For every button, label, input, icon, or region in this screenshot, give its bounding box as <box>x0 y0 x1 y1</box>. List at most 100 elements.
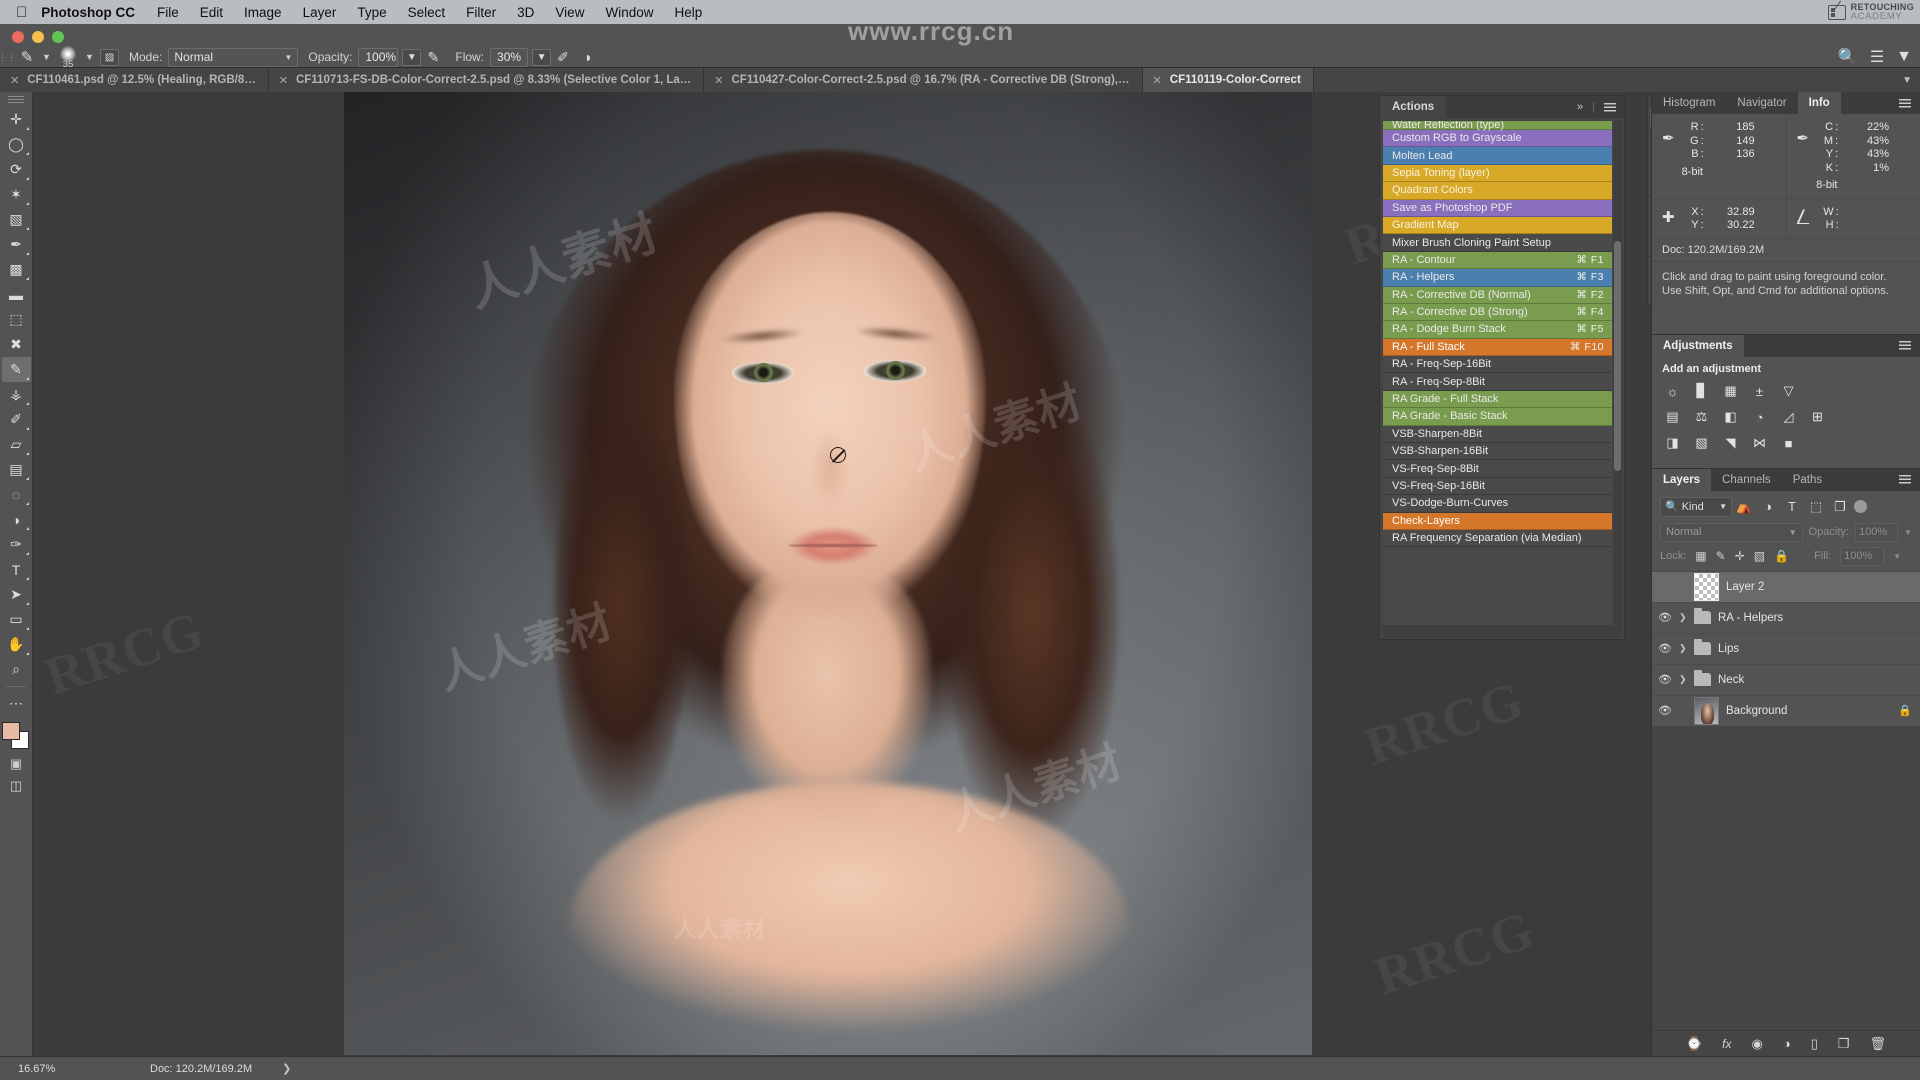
action-item[interactable]: Gradient Map <box>1383 216 1612 235</box>
filter-smart-object-icon[interactable]: ❐ <box>1828 497 1852 517</box>
layer-visibility-icon[interactable]: 👁 <box>1658 642 1672 655</box>
menu-window[interactable]: Window <box>605 5 653 20</box>
action-item[interactable]: Sepia Toning (layer) <box>1383 164 1612 183</box>
layer-filter-kind-select[interactable]: 🔍 Kind ▼ <box>1660 496 1732 517</box>
action-item[interactable]: RA Grade - Full Stack <box>1383 390 1612 409</box>
action-item[interactable]: Custom RGB to Grayscale <box>1383 130 1612 148</box>
actions-scrollbar-thumb[interactable] <box>1614 241 1621 471</box>
photo-filter-icon[interactable]: ◔ <box>1751 409 1768 426</box>
more-tools-icon[interactable]: ⋯ <box>2 691 31 716</box>
blend-mode-select[interactable]: Normal ▼ <box>168 47 299 67</box>
menu-file[interactable]: File <box>157 5 179 20</box>
layer-blend-mode-select[interactable]: Normal ▼ <box>1660 522 1803 542</box>
marquee-tool[interactable]: ◯ <box>2 132 31 157</box>
lock-transparent-pixels-icon[interactable]: ▦ <box>1695 549 1706 563</box>
posterize-icon[interactable]: ▧ <box>1693 435 1710 452</box>
spot-healing-brush-tool[interactable]: ▩ <box>2 257 31 282</box>
panel-menu-icon[interactable] <box>1899 341 1911 350</box>
panel-menu-icon[interactable] <box>1899 475 1911 484</box>
layer-opacity-chevron-icon[interactable]: ▼ <box>1904 528 1912 537</box>
tab-navigator[interactable]: Navigator <box>1726 92 1797 114</box>
flow-chevron-down-icon[interactable]: ▼ <box>532 48 552 66</box>
layer-visibility-icon[interactable]: 👁 <box>1658 704 1672 717</box>
action-item[interactable]: RA - Freq-Sep-8Bit <box>1383 373 1612 391</box>
airbrush-icon[interactable]: ✐ <box>551 49 575 66</box>
layer-row-ra-helpers[interactable]: 👁 ❯ RA - Helpers <box>1652 601 1920 633</box>
layer-row-lips[interactable]: 👁 ❯ Lips <box>1652 632 1920 664</box>
healing-brush-tool[interactable]: ▬ <box>2 282 31 307</box>
apple-icon[interactable]:  <box>16 5 27 20</box>
delete-layer-icon[interactable]: 🗑 <box>1870 1036 1887 1052</box>
layer-expand-icon[interactable]: ❯ <box>1679 612 1687 623</box>
zoom-tool[interactable]: ⌕ <box>2 657 31 682</box>
layer-visibility-icon[interactable]: 👁 <box>1658 611 1672 624</box>
clone-stamp-tool[interactable]: ⚶ <box>2 382 31 407</box>
menu-3d[interactable]: 3D <box>517 5 534 20</box>
close-icon[interactable]: ✕ <box>10 74 19 87</box>
blur-tool[interactable]: ◌ <box>2 482 31 507</box>
panel-menu-icon[interactable] <box>1604 102 1616 112</box>
action-item[interactable]: RA - Corrective DB (Strong) ⌘ F4 <box>1383 303 1612 322</box>
invert-icon[interactable]: ◨ <box>1664 435 1681 452</box>
action-item-selected[interactable]: RA - Helpers ⌘ F3 <box>1383 269 1612 287</box>
menu-select[interactable]: Select <box>408 5 446 20</box>
layer-fill-chevron-icon[interactable]: ▼ <box>1893 552 1901 561</box>
actions-scrollbar[interactable] <box>1613 121 1622 625</box>
link-layers-icon[interactable]: ⌚ <box>1686 1036 1702 1052</box>
workspace-icon[interactable]: ☰ <box>1870 47 1884 67</box>
gradient-map-icon[interactable]: ■ <box>1780 435 1797 452</box>
action-item[interactable]: Mixer Brush Cloning Paint Setup <box>1383 234 1612 252</box>
action-item[interactable]: VS-Freq-Sep-16Bit <box>1383 477 1612 496</box>
brush-preset-chevron-down-icon[interactable]: ▼ <box>83 52 96 62</box>
history-brush-tool[interactable]: ✐ <box>2 407 31 432</box>
levels-icon[interactable]: ▊ <box>1693 383 1710 400</box>
layer-style-icon[interactable]: fx <box>1722 1037 1731 1051</box>
document-tab-0[interactable]: ✕ CF110461.psd @ 12.5% (Healing, RGB/8… <box>0 68 269 92</box>
menu-view[interactable]: View <box>555 5 584 20</box>
opacity-input[interactable]: 100% <box>358 47 399 67</box>
action-item[interactable]: RA Frequency Separation (via Median) <box>1383 529 1612 548</box>
color-balance-icon[interactable]: ⚖ <box>1693 409 1710 426</box>
screen-mode-icon[interactable]: ◫ <box>10 778 22 794</box>
action-item[interactable]: VSB-Sharpen-8Bit <box>1383 425 1612 444</box>
layer-thumbnail[interactable] <box>1694 572 1719 601</box>
rectangle-tool[interactable]: ▭ <box>2 607 31 632</box>
menu-type[interactable]: Type <box>357 5 386 20</box>
brush-panel-icon[interactable]: ▧ <box>100 48 119 66</box>
layer-mask-icon[interactable]: ◉ <box>1752 1036 1763 1052</box>
tab-actions[interactable]: Actions <box>1380 96 1447 118</box>
document-image[interactable]: 人人素材 人人素材 人人素材 人人素材 人人素材 <box>344 92 1312 1055</box>
document-tab-3[interactable]: ✕ CF110119-Color-Correct <box>1142 68 1314 92</box>
type-tool[interactable]: T <box>2 557 31 582</box>
filter-type-icon[interactable]: T <box>1780 497 1804 517</box>
path-selection-tool[interactable]: ➤ <box>2 582 31 607</box>
hand-tool[interactable]: ✋ <box>2 632 31 657</box>
action-item[interactable]: RA - Corrective DB (Normal) ⌘ F2 <box>1383 286 1612 304</box>
exposure-icon[interactable]: ± <box>1751 383 1768 400</box>
menu-image[interactable]: Image <box>244 5 282 20</box>
tab-histogram[interactable]: Histogram <box>1652 92 1726 114</box>
chevron-right-icon[interactable]: ❯ <box>252 1062 291 1075</box>
tab-bar-overflow-chevron-icon[interactable]: ▼ <box>1894 68 1920 92</box>
actions-list[interactable]: Water Reflection (type) Custom RGB to Gr… <box>1383 121 1612 625</box>
selective-color-icon[interactable]: ⋈ <box>1751 435 1768 452</box>
brush-tool-icon[interactable]: ✎ <box>14 48 40 66</box>
black-white-icon[interactable]: ◧ <box>1722 409 1739 426</box>
close-icon[interactable]: ✕ <box>1153 74 1162 87</box>
panel-menu-icon[interactable] <box>1899 98 1911 108</box>
brush-tool-chevron-down-icon[interactable]: ▼ <box>40 52 53 62</box>
layer-thumbnail[interactable] <box>1694 696 1719 725</box>
tab-layers[interactable]: Layers <box>1652 468 1712 491</box>
gradient-tool[interactable]: ▤ <box>2 457 31 482</box>
lock-artboard-icon[interactable]: ▧ <box>1754 549 1765 563</box>
new-fill-adjustment-icon[interactable]: ◑ <box>1783 1036 1791 1051</box>
eyedropper-tool[interactable]: ✒ <box>2 232 31 257</box>
close-icon[interactable]: ✕ <box>714 74 723 87</box>
layer-row-layer-2[interactable]: Layer 2 <box>1652 570 1920 602</box>
lock-position-icon[interactable]: ✛ <box>1735 549 1745 563</box>
action-item-highlighted[interactable]: Check-Layers <box>1383 512 1612 530</box>
action-item[interactable]: VS-Freq-Sep-8Bit <box>1383 460 1612 478</box>
chevron-double-right-icon[interactable]: » <box>1577 101 1583 113</box>
quick-mask-icon[interactable]: ▣ <box>10 756 22 772</box>
pen-tool[interactable]: ✑ <box>2 532 31 557</box>
